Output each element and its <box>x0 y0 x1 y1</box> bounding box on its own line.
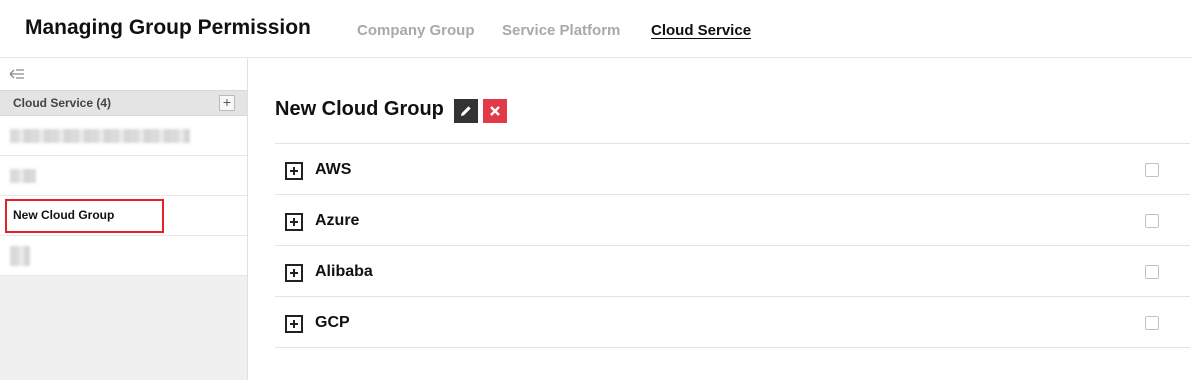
sidebar: Cloud Service (4) + New Cloud Group <box>0 58 248 380</box>
redacted-text <box>10 169 36 183</box>
provider-name: Azure <box>315 212 360 229</box>
tab-cloud-service[interactable]: Cloud Service <box>651 22 751 39</box>
sidebar-section-header: Cloud Service (4) + <box>0 90 247 116</box>
tab-company-group[interactable]: Company Group <box>357 22 475 39</box>
provider-checkbox[interactable] <box>1145 214 1159 228</box>
provider-checkbox[interactable] <box>1145 163 1159 177</box>
sidebar-item-redacted-3[interactable] <box>0 236 247 276</box>
provider-name: AWS <box>315 161 352 178</box>
provider-checkbox[interactable] <box>1145 316 1159 330</box>
close-icon <box>490 106 500 116</box>
main-panel: New Cloud Group AWS Azure Alibaba GCP <box>248 58 1192 380</box>
group-title: New Cloud Group <box>275 98 444 120</box>
collapse-left-icon <box>9 69 24 79</box>
sidebar-group-list: New Cloud Group <box>0 116 247 276</box>
expand-plus-icon[interactable] <box>285 315 303 333</box>
provider-checkbox[interactable] <box>1145 265 1159 279</box>
sidebar-item-redacted-2[interactable] <box>0 156 247 196</box>
sidebar-section-label: Cloud Service (4) <box>13 96 112 110</box>
sidebar-collapse-button[interactable] <box>0 58 247 90</box>
selection-highlight <box>5 199 164 233</box>
edit-group-button[interactable] <box>454 99 478 123</box>
add-group-button[interactable]: + <box>219 95 235 111</box>
provider-row-gcp: GCP <box>275 297 1190 348</box>
expand-plus-icon[interactable] <box>285 162 303 180</box>
provider-name: GCP <box>315 314 350 331</box>
provider-name: Alibaba <box>315 263 373 280</box>
pencil-icon <box>461 106 471 116</box>
plus-icon: + <box>222 94 232 110</box>
provider-row-azure: Azure <box>275 195 1190 246</box>
redacted-text <box>10 129 190 143</box>
sidebar-item-redacted-1[interactable] <box>0 116 247 156</box>
provider-list: AWS Azure Alibaba GCP <box>275 143 1190 348</box>
redacted-text <box>10 246 30 266</box>
sidebar-item-new-cloud-group[interactable]: New Cloud Group <box>0 196 247 236</box>
tab-service-platform[interactable]: Service Platform <box>502 22 620 39</box>
delete-group-button[interactable] <box>483 99 507 123</box>
expand-plus-icon[interactable] <box>285 264 303 282</box>
app-header: Managing Group Permission Company Group … <box>0 0 1192 58</box>
provider-row-alibaba: Alibaba <box>275 246 1190 297</box>
provider-row-aws: AWS <box>275 144 1190 195</box>
page-title: Managing Group Permission <box>25 16 311 39</box>
expand-plus-icon[interactable] <box>285 213 303 231</box>
